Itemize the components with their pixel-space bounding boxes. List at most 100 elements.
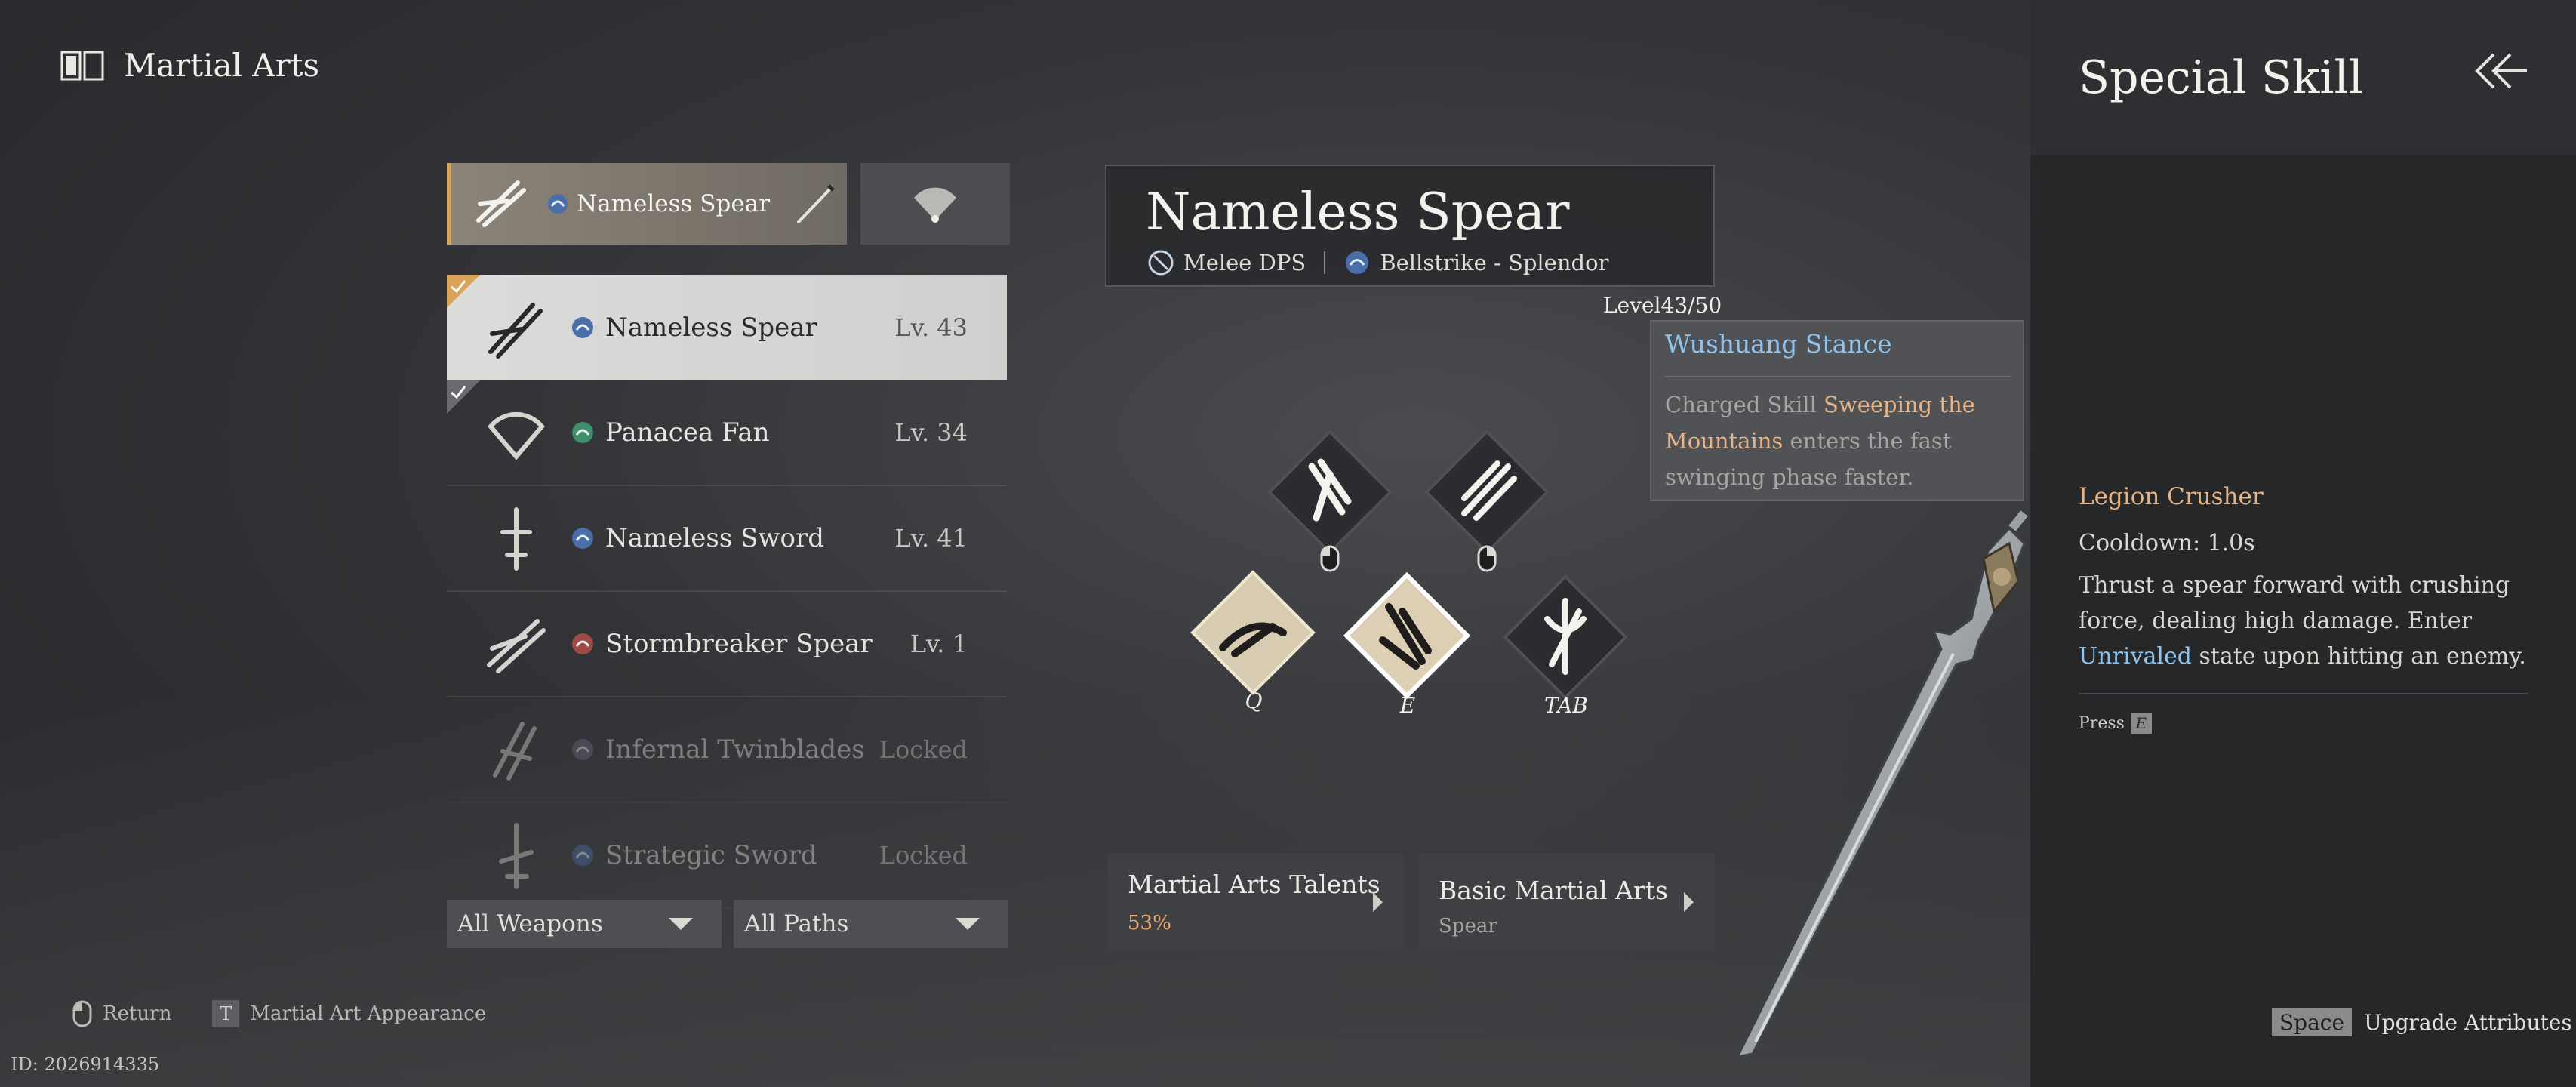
- skill-slot-e[interactable]: [1343, 572, 1470, 699]
- footer-hints: Return T Martial Art Appearance: [72, 1000, 486, 1027]
- weapon-icon: [499, 823, 534, 889]
- press-hint: Press E: [2079, 713, 2152, 734]
- path-badge-icon: [572, 633, 593, 654]
- special-skill-description: Thrust a spear forward with crushing for…: [2079, 568, 2531, 674]
- spear-artwork: [1735, 510, 2028, 1059]
- weapon-filter-dropdown[interactable]: All Weapons: [447, 900, 722, 948]
- weapon-level: Lv. 41: [894, 524, 968, 553]
- mouse-right-icon: [1477, 545, 1497, 572]
- spear-glyph-icon: [476, 180, 526, 227]
- weapon-level: Locked: [879, 735, 968, 764]
- skill-e-key: E: [1399, 693, 1416, 718]
- weapon-icon: [493, 722, 537, 781]
- weapon-filter-value: All Weapons: [457, 910, 603, 938]
- weapon-info-box: Nameless Spear Melee DPS Bellstrike - Sp…: [1105, 165, 1715, 287]
- weapon-name: Strategic Sword: [605, 840, 817, 870]
- panel-header: Special Skill: [2030, 0, 2576, 155]
- weapon-level: Locked: [879, 841, 968, 870]
- melee-role-icon: [1148, 250, 1174, 276]
- weapon-name: Nameless Sword: [605, 523, 824, 553]
- weapon-icon: [488, 412, 545, 460]
- collapse-arrow-icon[interactable]: [2471, 48, 2528, 94]
- basic-arts-title: Basic Martial Arts: [1439, 876, 1668, 905]
- weapon-name: Infernal Twinblades: [605, 734, 865, 765]
- fan-glyph-icon: [914, 187, 956, 223]
- weapon-row[interactable]: Panacea Fan Lv. 34: [447, 380, 1007, 486]
- page-title: Martial Arts: [124, 47, 320, 84]
- mouse-left-icon: [1320, 545, 1340, 572]
- weapon-row[interactable]: Infernal Twinblades Locked: [447, 697, 1007, 803]
- path-badge-icon: [572, 528, 593, 549]
- skill-slot-secondary-attack[interactable]: [1423, 429, 1550, 556]
- talents-title: Martial Arts Talents: [1128, 870, 1380, 899]
- mouse-icon: [72, 1000, 92, 1027]
- owned-check-icon: [447, 275, 480, 308]
- weapon-title: Nameless Spear: [1146, 183, 1570, 242]
- chevron-down-icon: [956, 918, 980, 930]
- upgrade-attributes-button[interactable]: Space Upgrade Attributes: [2272, 1008, 2572, 1036]
- weapon-level: Level43/50: [1603, 293, 1722, 318]
- path-filter-dropdown[interactable]: All Paths: [734, 900, 1008, 948]
- upgrade-label: Upgrade Attributes: [2364, 1010, 2572, 1035]
- weapon-name: Panacea Fan: [605, 417, 770, 448]
- tooltip-body: Charged Skill Sweeping the Mountains ent…: [1665, 386, 2012, 495]
- special-skill-cooldown: Cooldown: 1.0s: [2079, 530, 2255, 556]
- weapon-row[interactable]: Nameless Sword Lv. 41: [447, 486, 1007, 592]
- tooltip-body-prefix: Charged Skill: [1665, 392, 1824, 417]
- player-id: ID: 2026914335: [11, 1054, 160, 1075]
- weapon-row[interactable]: Stormbreaker Spear Lv. 1: [447, 592, 1007, 697]
- weapon-tab-active[interactable]: Nameless Spear: [447, 163, 847, 245]
- path-label: Bellstrike - Splendor: [1380, 250, 1609, 276]
- weapon-level: Lv. 34: [894, 418, 968, 447]
- owned-check-icon: [447, 380, 480, 414]
- panel-title: Special Skill: [2079, 51, 2363, 104]
- skill-slot-primary-attack[interactable]: [1266, 429, 1393, 556]
- special-skill-panel: Special Skill Legion Crusher Cooldown: 1…: [2030, 0, 2576, 1087]
- path-badge-icon: [548, 194, 568, 214]
- chevron-right-icon: [1684, 892, 1694, 912]
- appearance-key: T: [212, 1000, 240, 1027]
- path-filter-value: All Paths: [744, 910, 849, 938]
- weapon-icon: [487, 619, 546, 673]
- chevron-right-icon: [1373, 892, 1383, 912]
- desc-suffix: state upon hitting an enemy.: [2191, 643, 2526, 670]
- return-button[interactable]: Return: [103, 1002, 171, 1025]
- weapon-level: Lv. 43: [894, 313, 968, 342]
- weapon-list: Nameless Spear Lv. 43 Panacea Fan Lv. 34 N…: [447, 275, 1007, 909]
- weapon-name: Stormbreaker Spear: [605, 629, 873, 659]
- role-label: Melee DPS: [1183, 250, 1306, 276]
- martial-arts-talents-card[interactable]: Martial Arts Talents 53%: [1108, 853, 1404, 950]
- skill-tab-key: TAB: [1544, 693, 1588, 718]
- basic-arts-sub: Spear: [1439, 915, 1497, 938]
- path-badge-icon: [572, 317, 593, 338]
- page-header: Martial Arts: [60, 47, 319, 84]
- skill-slot-tab[interactable]: [1502, 574, 1629, 701]
- desc-prefix: Thrust a spear forward with crushing for…: [2079, 572, 2510, 634]
- tooltip-divider: [1665, 376, 2011, 377]
- appearance-button[interactable]: Martial Art Appearance: [250, 1002, 486, 1025]
- book-icon: [60, 51, 104, 80]
- weapon-tab-fan[interactable]: [860, 163, 1010, 245]
- skill-q-key: Q: [1245, 688, 1263, 713]
- path-badge-icon: [572, 739, 593, 760]
- tag-separator: [1324, 251, 1326, 274]
- press-key: E: [2130, 713, 2152, 734]
- path-badge-icon: [1346, 251, 1369, 274]
- weapon-row[interactable]: Strategic Sword Locked: [447, 803, 1007, 909]
- weapon-icon: [500, 507, 532, 571]
- talents-progress: 53%: [1128, 912, 1171, 935]
- path-badge-icon: [572, 422, 593, 443]
- weapon-tab-label: Nameless Spear: [577, 190, 771, 217]
- desc-highlight: Unrivaled: [2079, 643, 2192, 670]
- weapon-row[interactable]: Nameless Spear Lv. 43: [447, 275, 1007, 380]
- skill-slot-q[interactable]: [1190, 569, 1316, 696]
- press-label: Press: [2079, 713, 2125, 733]
- basic-martial-arts-card[interactable]: Basic Martial Arts Spear: [1419, 853, 1715, 950]
- space-key: Space: [2272, 1008, 2353, 1036]
- special-skill-name: Legion Crusher: [2079, 483, 2264, 510]
- weapon-icon: [488, 303, 543, 359]
- weapon-name: Nameless Spear: [605, 313, 817, 343]
- panel-divider: [2079, 693, 2528, 694]
- tooltip-title: Wushuang Stance: [1665, 329, 1892, 359]
- path-badge-icon: [572, 845, 593, 866]
